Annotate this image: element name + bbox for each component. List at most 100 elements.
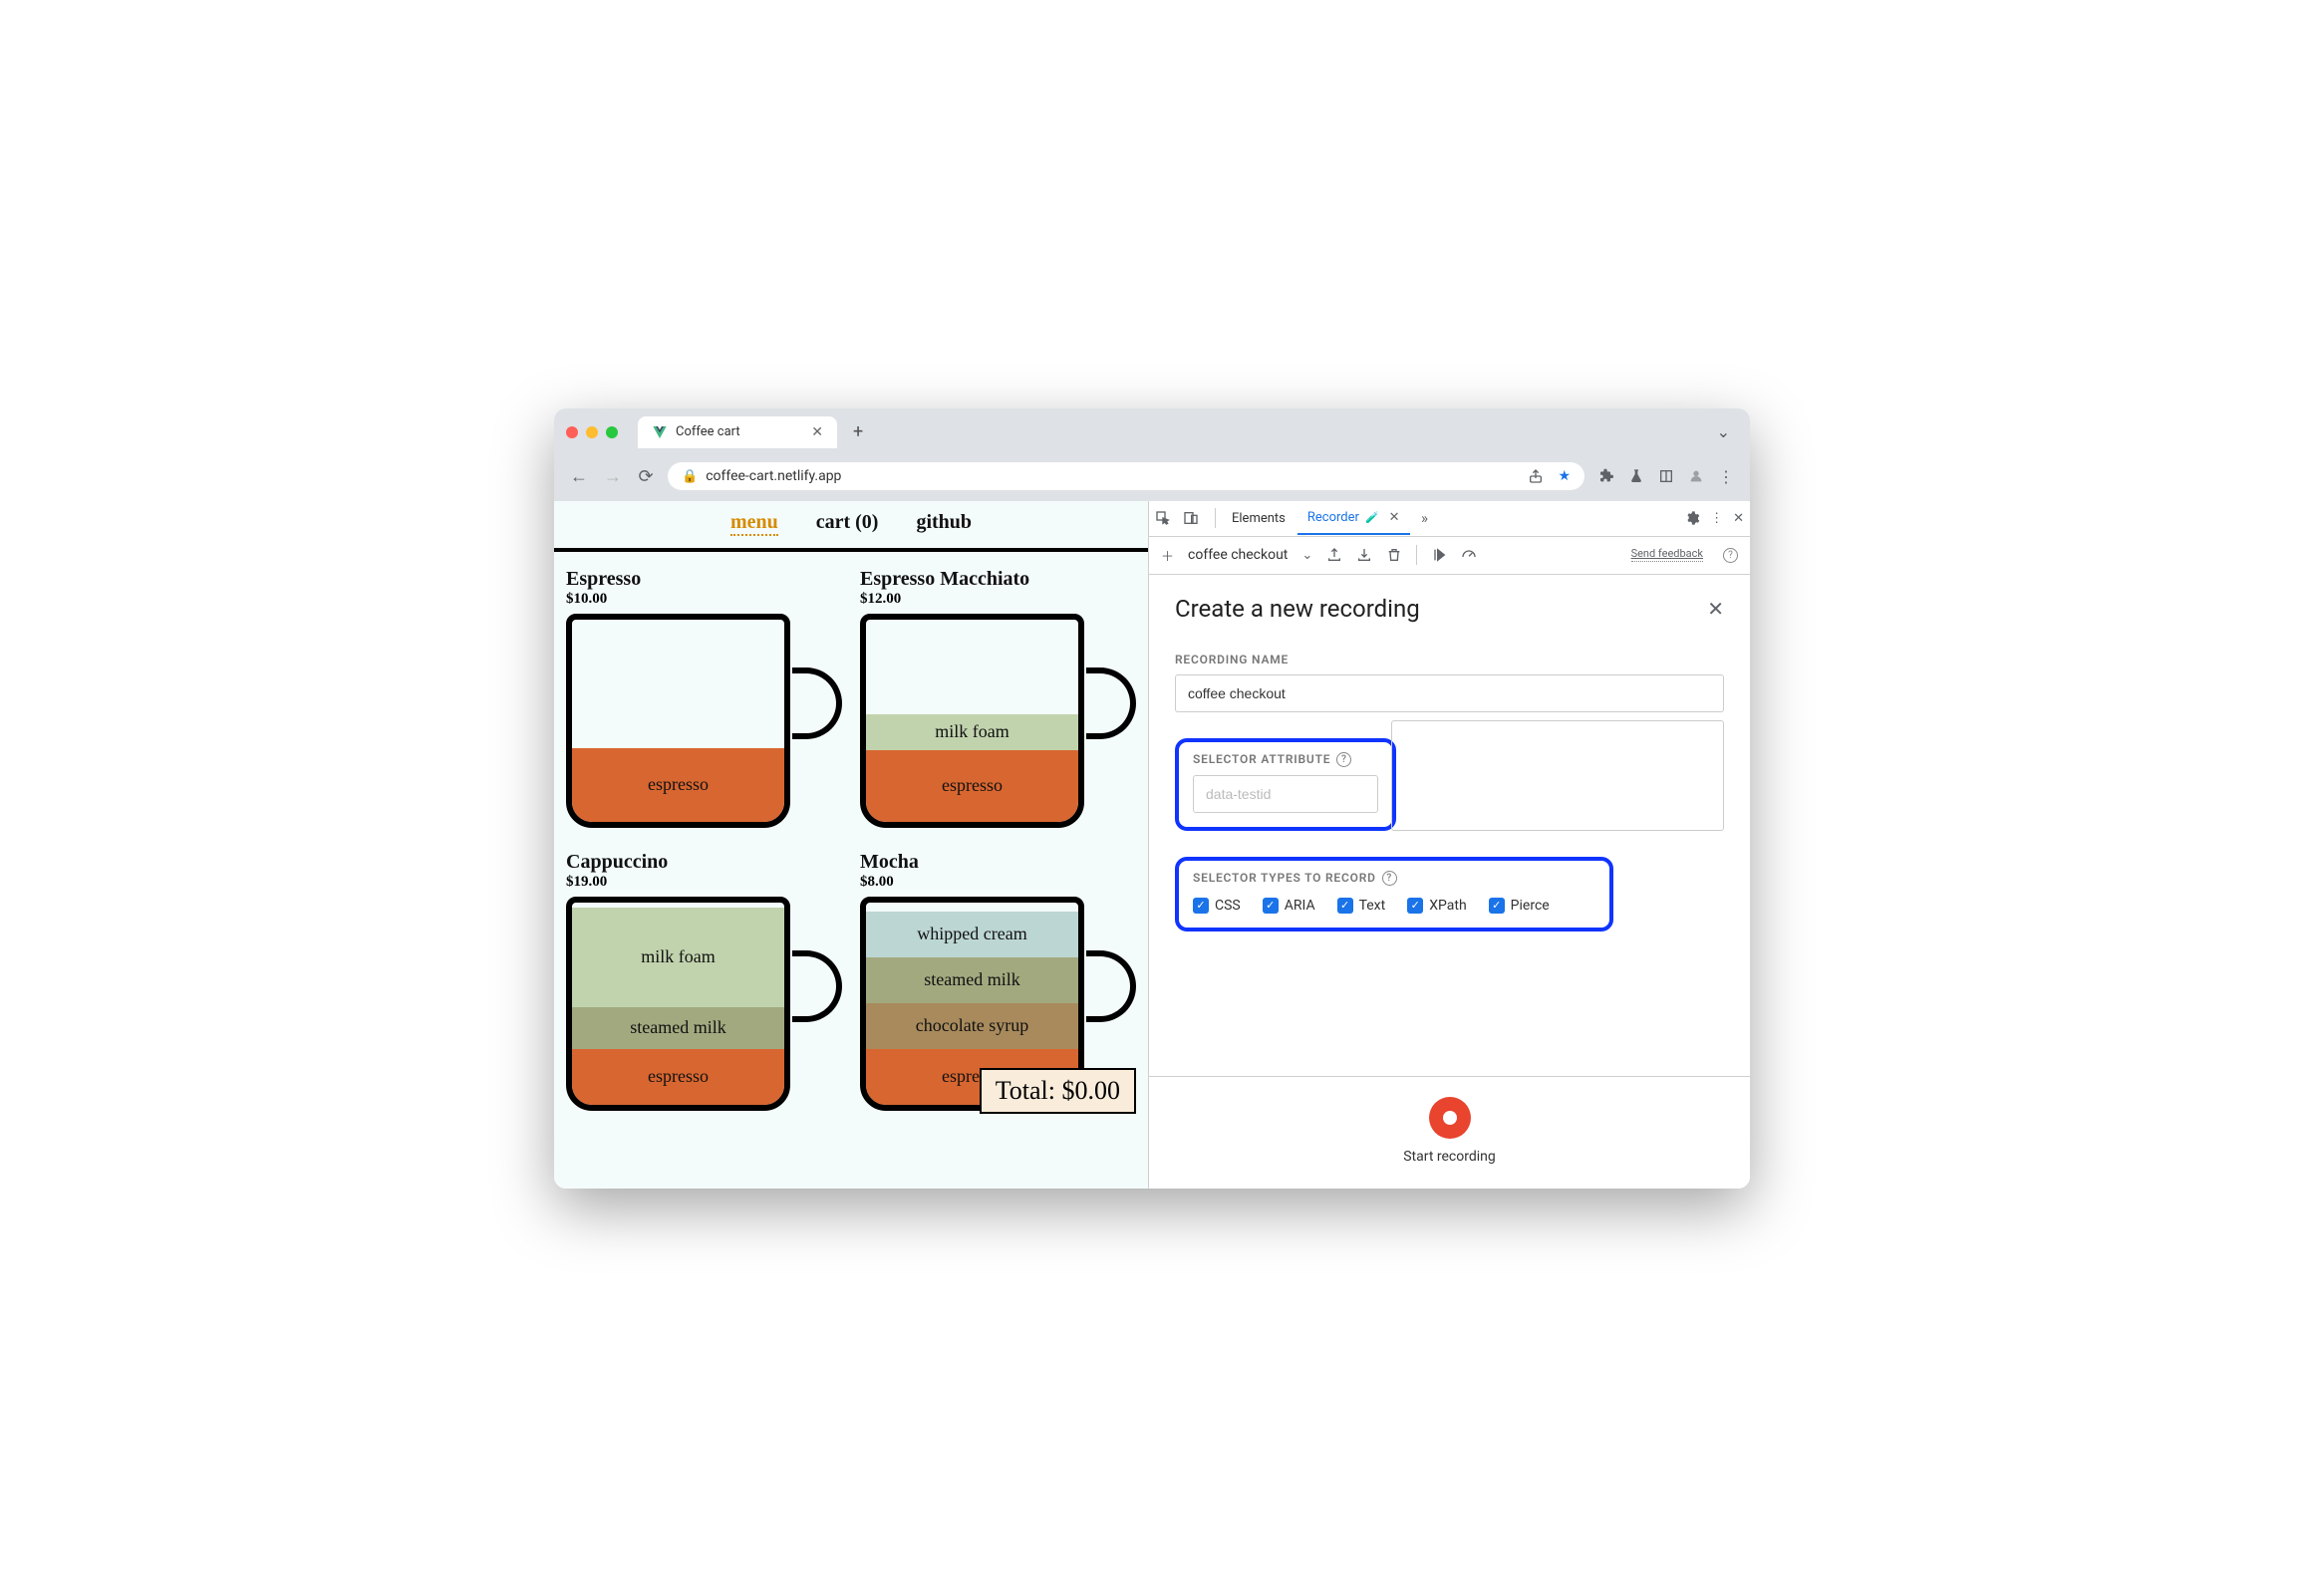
devtools-close-icon[interactable]: ✕ (1733, 511, 1744, 526)
reading-list-icon[interactable] (1658, 468, 1674, 484)
page-viewport: menu cart (0) github Espresso$10.00espre… (554, 501, 1149, 1189)
nav-github[interactable]: github (916, 511, 972, 536)
selector-attribute-label: SELECTOR ATTRIBUTE ? (1193, 752, 1378, 767)
continue-icon[interactable] (1431, 547, 1447, 563)
tab-elements[interactable]: Elements (1222, 503, 1296, 534)
devtools-panel: Elements Recorder 🧪 ✕ » ⋮ ✕ ＋ coffee ch (1149, 501, 1750, 1189)
window-controls (566, 426, 618, 438)
ingredient-layer: espresso (866, 750, 1078, 822)
address-bar: ← → ⟳ 🔒 coffee-cart.netlify.app ★ (554, 456, 1750, 501)
product-price: $19.00 (566, 874, 844, 891)
back-button[interactable]: ← (566, 462, 590, 491)
share-icon[interactable] (1528, 468, 1544, 484)
product-card[interactable]: Espresso Macchiato$12.00milk foamespress… (860, 568, 1138, 833)
page-nav: menu cart (0) github (554, 501, 1148, 548)
delete-icon[interactable] (1386, 547, 1402, 563)
selector-types-checks: ✓CSS✓ARIA✓Text✓XPath✓Pierce (1193, 898, 1595, 914)
labs-flask-icon[interactable] (1628, 468, 1644, 484)
cup-handle (1086, 950, 1136, 1022)
tabs-dropdown-icon[interactable]: ⌄ (1709, 418, 1738, 445)
selector-type-checkbox[interactable]: ✓ ARIA (1263, 898, 1315, 914)
close-window-button[interactable] (566, 426, 578, 438)
selector-attribute-highlight: SELECTOR ATTRIBUTE ? (1175, 738, 1396, 831)
extensions-icon[interactable] (1598, 468, 1614, 484)
product-name: Espresso Macchiato (860, 568, 1138, 591)
checkbox-icon: ✓ (1193, 898, 1209, 914)
new-recording-panel: Create a new recording ✕ RECORDING NAME … (1149, 575, 1750, 1076)
url-text: coffee-cart.netlify.app (706, 468, 841, 484)
browser-tab[interactable]: Coffee cart ✕ (638, 416, 837, 448)
titlebar: Coffee cart ✕ + ⌄ (554, 408, 1750, 456)
selector-attribute-input[interactable] (1193, 775, 1378, 813)
speed-icon[interactable] (1461, 547, 1477, 563)
bookmark-star-icon[interactable]: ★ (1558, 468, 1571, 484)
product-grid: Espresso$10.00espressoEspresso Macchiato… (554, 552, 1148, 1132)
maximize-window-button[interactable] (606, 426, 618, 438)
total-badge[interactable]: Total: $0.00 (980, 1068, 1136, 1114)
export-icon[interactable] (1326, 547, 1342, 563)
checkbox-icon: ✓ (1337, 898, 1353, 914)
recording-name-input[interactable] (1175, 674, 1724, 712)
ingredient-layer: milk foam (572, 908, 784, 1007)
tab-recorder-close-icon[interactable]: ✕ (1389, 510, 1400, 525)
cup-handle (792, 950, 842, 1022)
start-recording-button[interactable] (1429, 1097, 1471, 1139)
send-feedback-link[interactable]: Send feedback (1631, 548, 1703, 561)
coffee-mug: espresso (566, 614, 844, 833)
checkbox-icon: ✓ (1263, 898, 1279, 914)
kebab-menu-icon[interactable]: ⋮ (1718, 467, 1734, 486)
tab-recorder[interactable]: Recorder 🧪 ✕ (1297, 502, 1410, 535)
settings-gear-icon[interactable] (1684, 510, 1700, 526)
selector-types-highlight: SELECTOR TYPES TO RECORD ? ✓CSS✓ARIA✓Tex… (1175, 857, 1613, 931)
recorder-toolbar: ＋ coffee checkout ⌄ Se (1149, 537, 1750, 575)
import-icon[interactable] (1356, 547, 1372, 563)
new-tab-button[interactable]: + (845, 421, 871, 442)
minimize-window-button[interactable] (586, 426, 598, 438)
selector-attribute-input-ext[interactable] (1391, 720, 1724, 831)
coffee-mug: milk foamsteamed milkespresso (566, 897, 844, 1116)
active-recording-name[interactable]: coffee checkout (1188, 547, 1288, 563)
ingredient-layer: espresso (572, 748, 784, 822)
reload-button[interactable]: ⟳ (634, 462, 658, 491)
selector-type-checkbox[interactable]: ✓Pierce (1489, 898, 1550, 914)
lock-icon: 🔒 (682, 469, 698, 484)
flask-icon: 🧪 (1365, 511, 1379, 524)
devtools-kebab-icon[interactable]: ⋮ (1710, 511, 1723, 526)
nav-cart[interactable]: cart (0) (816, 511, 879, 536)
inspect-element-icon[interactable] (1155, 510, 1181, 526)
more-tabs-icon[interactable]: » (1412, 509, 1438, 527)
cup-body: espresso (566, 614, 790, 828)
product-card[interactable]: Espresso$10.00espresso (566, 568, 844, 833)
selector-type-checkbox[interactable]: ✓Text (1337, 898, 1386, 914)
new-recording-icon[interactable]: ＋ (1161, 546, 1174, 565)
vue-favicon-icon (652, 424, 668, 440)
ingredient-layer: espresso (572, 1049, 784, 1105)
profile-avatar-icon[interactable] (1688, 468, 1704, 484)
panel-title: Create a new recording (1175, 595, 1420, 623)
nav-menu[interactable]: menu (730, 511, 778, 536)
help-icon[interactable]: ? (1723, 548, 1738, 563)
selector-type-checkbox[interactable]: ✓CSS (1193, 898, 1241, 914)
panel-close-icon[interactable]: ✕ (1707, 597, 1724, 621)
selector-types-label: SELECTOR TYPES TO RECORD ? (1193, 871, 1595, 886)
forward-button[interactable]: → (600, 462, 624, 491)
selector-types-help-icon[interactable]: ? (1382, 871, 1397, 886)
cup-body: milk foamespresso (860, 614, 1084, 828)
selector-attribute-help-icon[interactable]: ? (1336, 752, 1351, 767)
chevron-down-icon[interactable]: ⌄ (1301, 548, 1312, 563)
tab-divider (1215, 508, 1216, 528)
selector-types-label-text: SELECTOR TYPES TO RECORD (1193, 871, 1376, 885)
ingredient-layer: milk foam (866, 714, 1078, 750)
product-card[interactable]: Cappuccino$19.00milk foamsteamed milkesp… (566, 851, 844, 1116)
tab-close-icon[interactable]: ✕ (811, 424, 823, 440)
product-price: $10.00 (566, 591, 844, 608)
extension-icons: ⋮ (1594, 467, 1738, 486)
selector-type-checkbox[interactable]: ✓XPath (1407, 898, 1466, 914)
url-input[interactable]: 🔒 coffee-cart.netlify.app ★ (668, 462, 1584, 490)
checkbox-label: ARIA (1285, 898, 1315, 914)
recorder-footer: Start recording (1149, 1076, 1750, 1189)
ingredient-layer: chocolate syrup (866, 1003, 1078, 1049)
ingredient-layer: whipped cream (866, 912, 1078, 957)
device-toolbar-icon[interactable] (1183, 510, 1209, 526)
recording-name-label: RECORDING NAME (1175, 653, 1724, 666)
